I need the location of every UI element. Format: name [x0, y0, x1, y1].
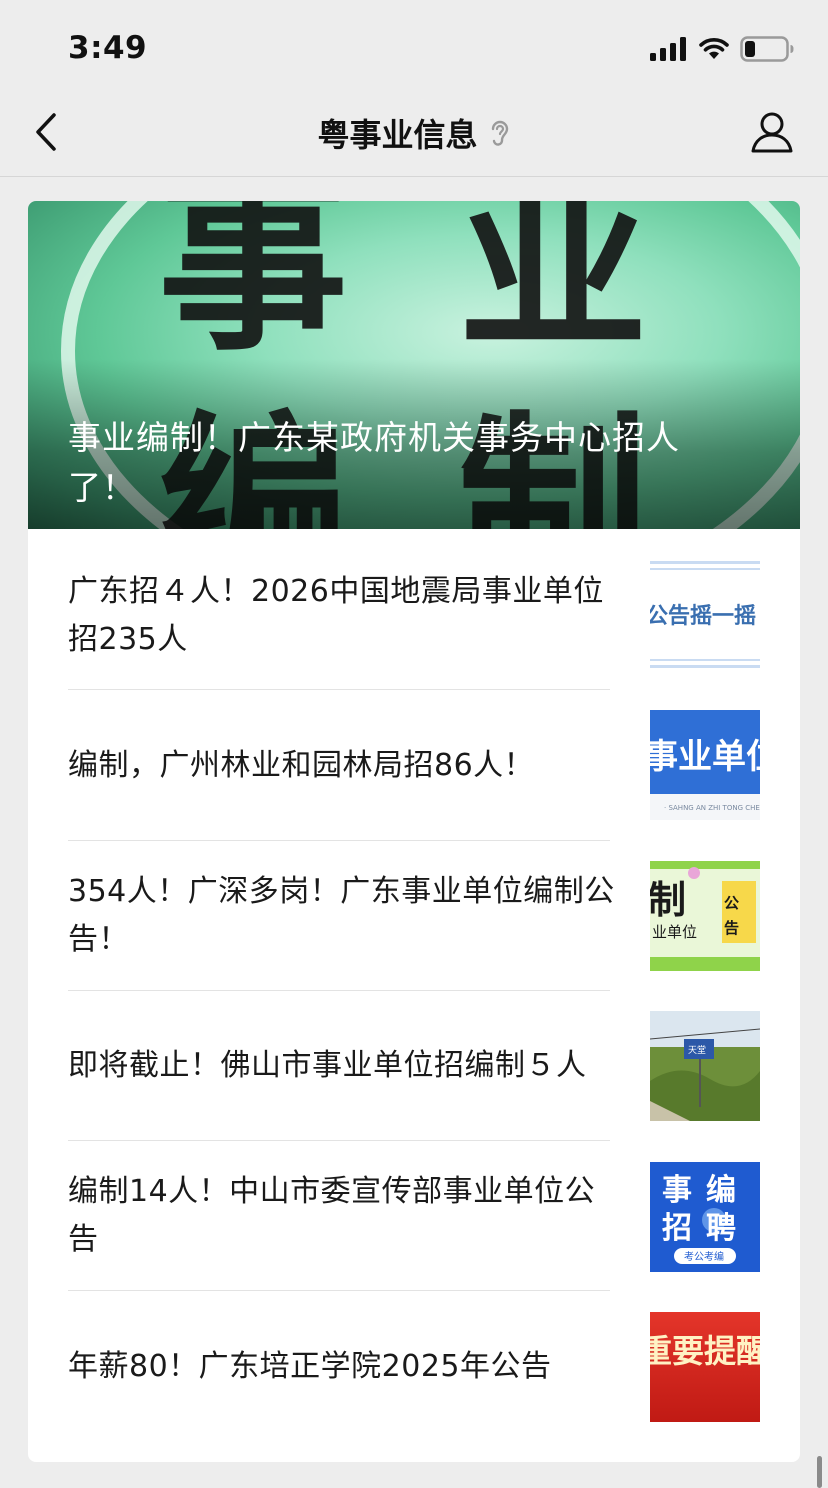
article-thumbnail: 事业单位 · SAHNG AN ZHI TONG CHE ·	[650, 710, 760, 820]
article-title: 编制14人！中山市委宣传部事业单位公告	[68, 1174, 596, 1257]
status-bar: 3:49	[0, 0, 828, 96]
article-title: 编制，广州林业和园林局招86人！	[68, 748, 535, 783]
status-time: 3:49	[68, 30, 148, 66]
thumb-text-3: 告	[724, 919, 739, 937]
article-item[interactable]: 编制，广州林业和园林局招86人！ 事业单位 · SAHNG AN ZHI TON…	[68, 690, 760, 840]
status-icons	[650, 34, 794, 64]
thumb-text: 事业单位	[650, 737, 760, 777]
article-card: 事 业 编 制 事业编制！广东某政府机关事务中心招人了！ 广东招４人！2026中…	[28, 201, 800, 1462]
wifi-icon	[699, 38, 729, 59]
thumb-subtext: · SAHNG AN ZHI TONG CHE ·	[664, 804, 760, 812]
cellular-signal-icon	[650, 37, 686, 61]
article-title: 354人！广深多岗！广东事业单位编制公告！	[68, 874, 615, 957]
hero-article[interactable]: 事 业 编 制 事业编制！广东某政府机关事务中心招人了！	[28, 201, 800, 529]
article-item[interactable]: 即将截止！佛山市事业单位招编制５人 天堂	[68, 991, 760, 1141]
scrollbar[interactable]	[817, 1456, 822, 1488]
thumb-subtext: 业单位	[652, 923, 697, 941]
article-title: 即将截止！佛山市事业单位招编制５人	[68, 1048, 587, 1083]
hero-overlay-char-2: 业	[458, 201, 648, 376]
article-item[interactable]: 广东招４人！2026中国地震局事业单位招235人 公告摇一摇	[68, 541, 760, 691]
nav-title-wrap: 粤事业信息	[0, 110, 828, 156]
hero-overlay-char-1: 事	[158, 201, 348, 376]
page-title: 粤事业信息	[317, 116, 478, 154]
article-item[interactable]: 年薪80！广东培正学院2025年公告 重要提醒	[68, 1291, 760, 1441]
user-icon	[751, 112, 793, 153]
nav-bar: 粤事业信息	[0, 96, 828, 177]
article-thumbnail: 制 业单位 公 告	[650, 861, 760, 971]
profile-button[interactable]	[750, 110, 794, 154]
thumb-text: 重要提醒	[650, 1332, 760, 1370]
article-thumbnail: 事编 招聘 考公考编	[650, 1162, 760, 1272]
svg-text:招聘: 招聘	[662, 1211, 750, 1246]
article-title: 年薪80！广东培正学院2025年公告	[68, 1349, 552, 1384]
svg-text:事编: 事编	[662, 1173, 750, 1208]
article-thumbnail: 天堂	[650, 1011, 760, 1121]
thumb-text: 制	[650, 878, 686, 922]
thumb-text-2: 公	[724, 894, 739, 912]
thumb-subtext: 考公考编	[684, 1250, 724, 1263]
article-thumbnail: 重要提醒	[650, 1312, 760, 1422]
thumb-text: 公告摇一摇	[650, 603, 756, 629]
article-thumbnail: 公告摇一摇	[650, 559, 760, 669]
article-item[interactable]: 354人！广深多岗！广东事业单位编制公告！ 制 业单位 公 告	[68, 841, 760, 991]
thumb-text: 天堂	[688, 1044, 706, 1056]
article-item[interactable]: 编制14人！中山市委宣传部事业单位公告 事编 招聘 考公考编	[68, 1141, 760, 1291]
battery-icon	[740, 36, 794, 62]
listen-ear-icon[interactable]	[489, 117, 511, 149]
article-title: 广东招４人！2026中国地震局事业单位招235人	[68, 574, 604, 657]
hero-title: 事业编制！广东某政府机关事务中心招人了！	[68, 418, 680, 507]
